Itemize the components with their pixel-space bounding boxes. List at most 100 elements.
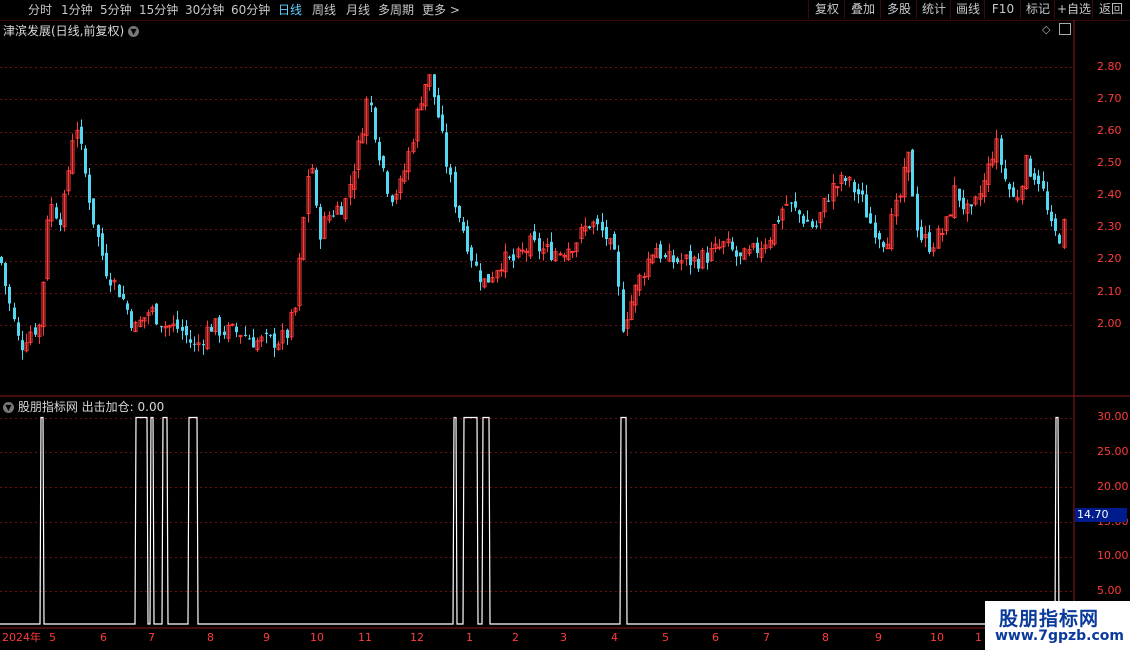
candle-body — [4, 262, 7, 286]
chart-canvas — [0, 20, 1130, 629]
candle-body — [916, 193, 919, 231]
candle-body — [706, 252, 709, 263]
main-panel-header: 津滨发展(日线,前复权) ▼ — [3, 22, 140, 39]
date-tick: 4 — [611, 631, 618, 644]
candle-body — [34, 327, 37, 335]
candle-body — [499, 269, 504, 272]
candle-body — [475, 261, 478, 266]
candle-body — [1029, 158, 1032, 177]
candle-body — [853, 182, 856, 193]
candle-body — [898, 195, 903, 198]
candle-body — [244, 334, 247, 336]
signal-line — [0, 416, 1072, 625]
candle-body — [441, 114, 444, 132]
candle-body — [248, 338, 251, 340]
candle-body — [613, 233, 616, 250]
candle-body — [101, 233, 104, 256]
candle-body — [1042, 180, 1045, 189]
candle-body — [717, 246, 722, 249]
indicator-tick: 10.00 — [1097, 549, 1129, 562]
date-tick: 5 — [662, 631, 669, 644]
candle-body — [181, 326, 184, 331]
candle-body — [970, 204, 973, 207]
indicator-tick: 20.00 — [1097, 480, 1129, 493]
candle-body — [97, 224, 100, 237]
candle-body — [882, 242, 885, 248]
candle-body — [1004, 168, 1007, 180]
date-tick: 12 — [410, 631, 424, 644]
candle-body — [958, 188, 961, 201]
price-tick: 2.80 — [1097, 60, 1122, 73]
candle-body — [550, 241, 553, 260]
candle-body — [449, 167, 452, 175]
diamond-icon[interactable]: ◇ — [1042, 23, 1050, 36]
candle-body — [17, 322, 20, 336]
candle-body — [520, 249, 525, 252]
indicator-tick: 30.00 — [1097, 410, 1129, 423]
candle-body — [382, 156, 385, 169]
indicator-panel-header: ▼ 股朋指标网 出击加仓: 0.00 — [3, 398, 164, 415]
candle-body — [756, 242, 759, 254]
date-tick: 7 — [763, 631, 770, 644]
candle-body — [466, 226, 469, 252]
candle-body — [80, 126, 83, 144]
price-tick: 2.10 — [1097, 285, 1122, 298]
candle-body — [319, 207, 322, 240]
date-tick: 9 — [875, 631, 882, 644]
date-tick: 2024年 — [2, 631, 41, 644]
panel-toggle-icon[interactable] — [1059, 23, 1071, 35]
candle-body — [21, 340, 24, 351]
price-tick: 2.50 — [1097, 156, 1122, 169]
candle-body — [109, 279, 112, 286]
candle-body — [806, 219, 809, 222]
candle-body — [55, 207, 58, 219]
date-tick: 10 — [930, 631, 944, 644]
candle-body — [911, 149, 914, 197]
candle-body — [617, 251, 620, 287]
candle-body — [230, 323, 235, 326]
date-tick: 2 — [512, 631, 519, 644]
chevron-down-icon[interactable]: ▼ — [128, 26, 140, 37]
date-tick: 6 — [100, 631, 107, 644]
date-tick: 11 — [358, 631, 372, 644]
candle-body — [962, 197, 965, 210]
price-tick: 2.60 — [1097, 124, 1122, 137]
candle-body — [218, 317, 221, 336]
candle-body — [1037, 175, 1040, 185]
candle-body — [508, 256, 511, 258]
watermark-title: 股朋指标网 — [999, 608, 1100, 630]
candle-body — [437, 95, 440, 118]
candle-body — [1050, 211, 1053, 222]
candle-body — [479, 270, 482, 283]
signal-series — [0, 416, 1072, 625]
candle-body — [689, 250, 692, 266]
candle-body — [189, 339, 192, 343]
candle-body — [92, 198, 95, 225]
date-tick: 3 — [560, 631, 567, 644]
candle-body — [777, 219, 780, 223]
candle-body — [928, 232, 931, 252]
candle-body — [332, 215, 335, 217]
candle-body — [223, 331, 226, 336]
chevron-down-icon[interactable]: ▼ — [3, 402, 14, 413]
candle-body — [1054, 218, 1057, 231]
indicator-tick: 25.00 — [1097, 445, 1129, 458]
candle-body — [286, 329, 289, 339]
candle-body — [676, 258, 679, 263]
date-tick: 10 — [310, 631, 324, 644]
candle-body — [827, 200, 830, 202]
candle-body — [487, 273, 490, 283]
candle-body — [739, 252, 742, 257]
candle-body — [601, 221, 604, 231]
candle-body — [1046, 191, 1049, 211]
candle-body — [857, 189, 860, 195]
candle-body — [642, 276, 647, 279]
candle-body — [1012, 187, 1015, 197]
candle-body — [340, 206, 343, 215]
price-tick: 2.00 — [1097, 317, 1122, 330]
candle-body — [458, 205, 461, 218]
candle-body — [235, 326, 238, 333]
candle-body — [869, 213, 872, 224]
date-tick: 1 — [975, 631, 982, 644]
candle-body — [596, 218, 599, 225]
